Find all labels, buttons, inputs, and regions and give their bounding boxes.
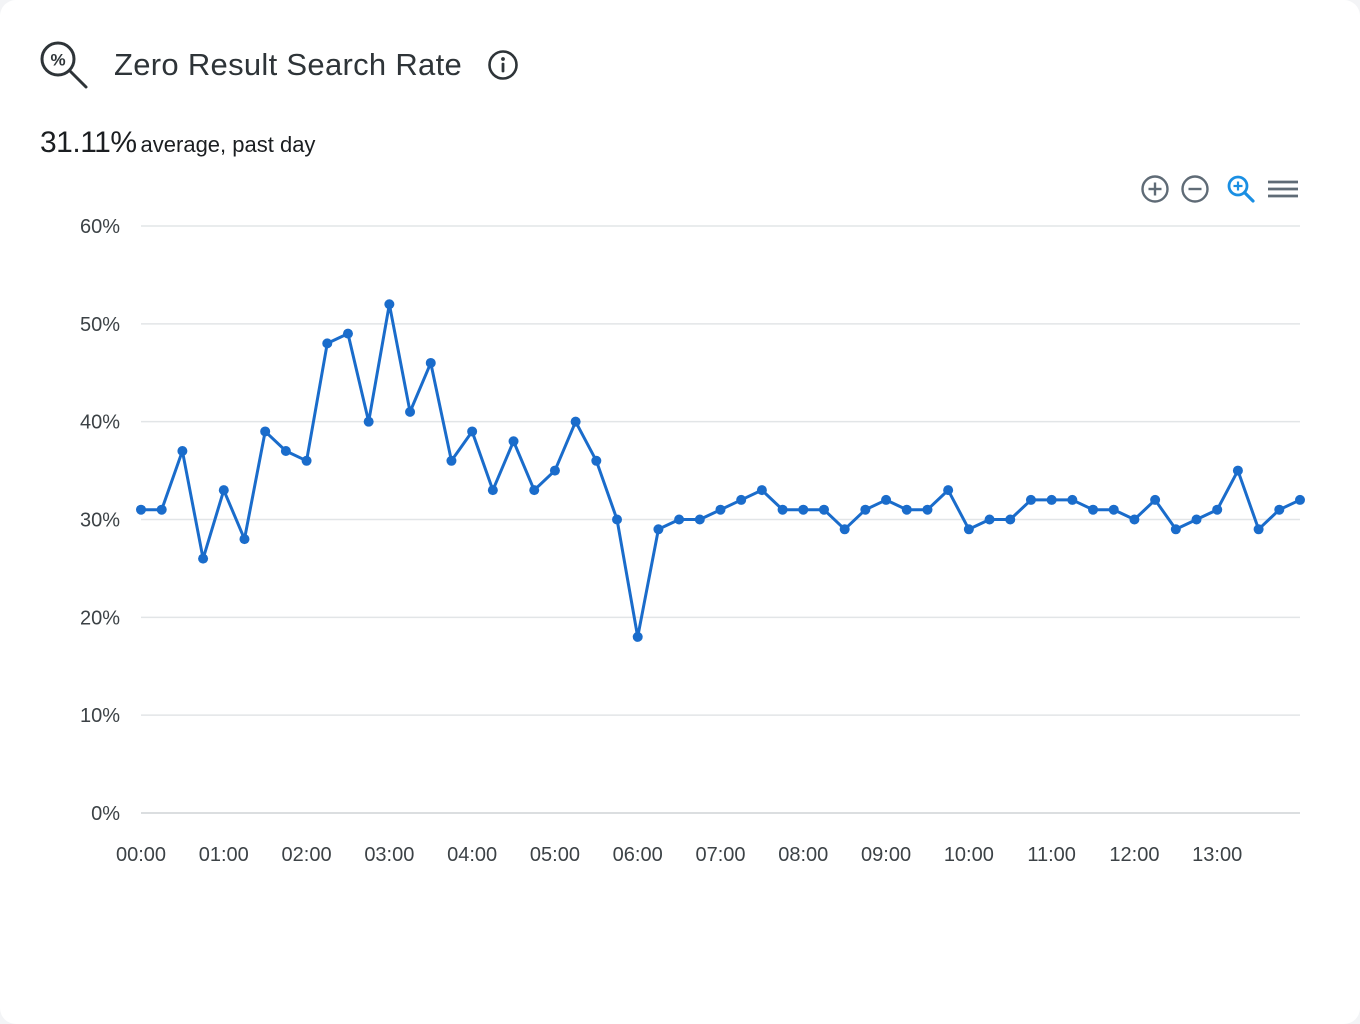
data-point [280,446,291,457]
data-point [1295,494,1305,505]
data-point [342,328,353,339]
data-point [1046,494,1057,505]
data-point [136,504,146,515]
data-point [922,504,933,515]
chart-card: % Zero Result Search Rate 31.11% average,… [0,0,1360,1024]
data-point [487,485,498,496]
data-point [301,455,312,466]
y-tick-label: 50% [80,314,120,336]
y-tick-label: 20% [80,607,120,629]
data-point [1129,514,1140,525]
data-point [1253,524,1264,535]
data-point [1274,504,1285,515]
data-point [1005,514,1016,525]
data-point [984,514,995,525]
data-point [653,524,664,535]
data-point [818,504,829,515]
y-tick-label: 10% [80,705,120,727]
data-point [901,504,912,515]
x-tick-label: 07:00 [695,844,745,866]
data-point [839,524,850,535]
data-point [612,514,623,525]
data-point [736,494,747,505]
data-point [798,504,809,515]
x-tick-label: 13:00 [1192,844,1242,866]
line-chart: 0% 10% 20% 30% 40% 50% 60% 00:00 01:00 02:00 03:00… [80,216,1305,866]
data-point [529,485,540,496]
data-point [756,485,767,496]
x-tick-label: 00:00 [116,844,166,866]
y-tick-label: 30% [80,510,120,532]
data-point [1150,494,1161,505]
data-point [881,494,892,505]
data-point [715,504,726,515]
data-point [694,514,705,525]
data-point [1212,504,1223,515]
data-point [156,504,167,515]
data-point [508,436,519,447]
data-point [218,485,229,496]
data-point [860,504,871,515]
data-point [239,534,250,545]
data-point [549,465,560,476]
data-point [1170,524,1181,535]
x-tick-label: 03:00 [364,844,414,866]
data-point [177,446,188,457]
data-point [405,406,416,417]
data-point [322,338,333,349]
data-point [467,426,478,437]
data-point [1025,494,1036,505]
x-tick-label: 02:00 [282,844,332,866]
data-point [1088,504,1099,515]
x-tick-label: 10:00 [944,844,994,866]
x-tick-label: 01:00 [199,844,249,866]
x-tick-label: 09:00 [861,844,911,866]
y-tick-label: 0% [91,803,120,825]
data-point [570,416,581,427]
data-point [943,485,954,496]
x-tick-label: 06:00 [613,844,663,866]
x-tick-label: 05:00 [530,844,580,866]
x-tick-label: 11:00 [1027,844,1076,866]
data-point [446,455,457,466]
data-point [1067,494,1078,505]
data-point [963,524,974,535]
x-tick-label: 12:00 [1109,844,1159,866]
data-point [632,631,643,642]
data-point [260,426,271,437]
x-tick-label: 08:00 [778,844,828,866]
data-point [384,299,395,310]
data-point [363,416,374,427]
data-point [1232,465,1243,476]
data-point [198,553,209,564]
series-line [141,302,1301,639]
data-point [425,357,436,368]
data-point [591,455,602,466]
data-point [777,504,788,515]
x-tick-label: 04:00 [447,844,497,866]
y-tick-label: 40% [80,412,120,434]
data-point [1108,504,1119,515]
data-point [1191,514,1202,525]
y-tick-label: 60% [80,216,120,238]
data-point [674,514,685,525]
